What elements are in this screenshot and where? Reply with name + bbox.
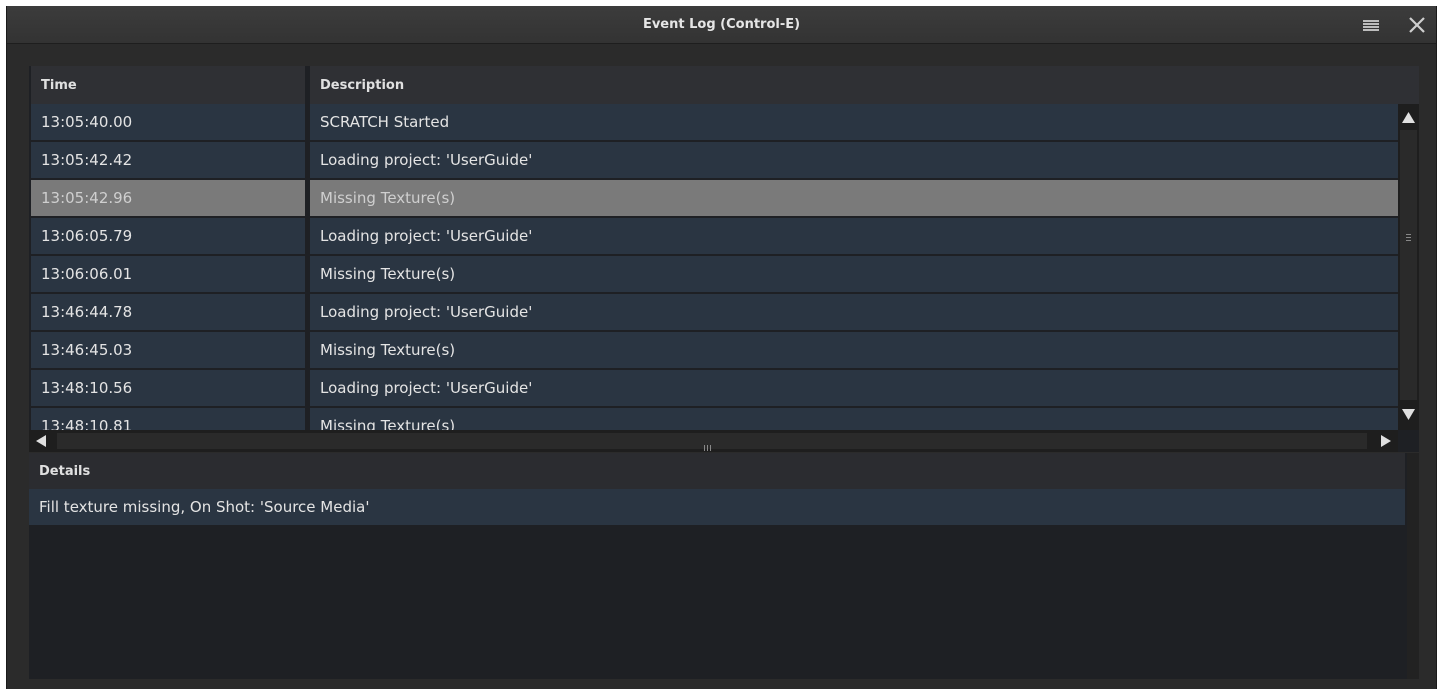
hamburger-menu-icon[interactable] — [1363, 20, 1379, 31]
table-row[interactable]: 13:48:10.56 Loading project: 'UserGuide' — [29, 370, 1398, 406]
description-cell: Loading project: 'UserGuide' — [310, 218, 1398, 254]
time-cell: 13:48:10.56 — [31, 370, 305, 406]
grip-icon — [1406, 234, 1411, 244]
vertical-scroll-thumb[interactable] — [1400, 130, 1417, 400]
table-row[interactable]: 13:05:40.00 SCRATCH Started — [29, 104, 1398, 140]
event-log-window: Event Log (Control-E) Time Description 1… — [6, 6, 1437, 689]
table-row[interactable]: 13:46:45.03 Missing Texture(s) — [29, 332, 1398, 368]
time-cell: 13:06:06.01 — [31, 256, 305, 292]
table-row[interactable]: 13:05:42.42 Loading project: 'UserGuide' — [29, 142, 1398, 178]
event-table: Time Description 13:05:40.00 SCRATCH Sta… — [29, 66, 1419, 452]
description-cell: Missing Texture(s) — [310, 180, 1398, 216]
horizontal-scroll-thumb[interactable] — [57, 433, 1367, 451]
title-bar[interactable]: Event Log (Control-E) — [7, 6, 1436, 44]
scroll-down-arrow-icon[interactable] — [1398, 404, 1419, 424]
description-cell: Missing Texture(s) — [310, 332, 1398, 368]
time-cell: 13:48:10.81 — [31, 408, 305, 430]
description-cell: SCRATCH Started — [310, 104, 1398, 140]
column-header-description[interactable]: Description — [310, 66, 1419, 104]
scroll-up-arrow-icon[interactable] — [1398, 108, 1419, 128]
table-body: 13:05:40.00 SCRATCH Started 13:05:42.42 … — [29, 104, 1398, 430]
window-title: Event Log (Control-E) — [642, 17, 801, 32]
scroll-right-arrow-icon[interactable] — [1374, 432, 1396, 450]
scroll-left-arrow-icon[interactable] — [31, 432, 53, 450]
grip-icon — [704, 438, 716, 451]
vertical-scrollbar[interactable] — [1398, 104, 1419, 430]
time-cell: 13:05:42.42 — [31, 142, 305, 178]
time-cell: 13:46:44.78 — [31, 294, 305, 330]
time-cell: 13:06:05.79 — [31, 218, 305, 254]
description-cell: Loading project: 'UserGuide' — [310, 142, 1398, 178]
details-text[interactable]: Fill texture missing, On Shot: 'Source M… — [29, 489, 1405, 525]
column-header-time[interactable]: Time — [31, 66, 305, 104]
time-cell: 13:05:40.00 — [31, 104, 305, 140]
details-scrollbar[interactable] — [1407, 453, 1419, 679]
time-cell: 13:05:42.96 — [31, 180, 305, 216]
table-row[interactable]: 13:46:44.78 Loading project: 'UserGuide' — [29, 294, 1398, 330]
horizontal-scrollbar[interactable] — [29, 430, 1398, 452]
description-cell: Missing Texture(s) — [310, 408, 1398, 430]
description-cell: Loading project: 'UserGuide' — [310, 370, 1398, 406]
time-cell: 13:46:45.03 — [31, 332, 305, 368]
table-row[interactable]: 13:48:10.81 Missing Texture(s) — [29, 408, 1398, 430]
details-panel: Details Fill texture missing, On Shot: '… — [29, 453, 1419, 679]
description-cell: Missing Texture(s) — [310, 256, 1398, 292]
table-row-selected[interactable]: 13:05:42.96 Missing Texture(s) — [29, 180, 1398, 216]
table-row[interactable]: 13:06:06.01 Missing Texture(s) — [29, 256, 1398, 292]
details-header: Details — [29, 453, 1405, 489]
description-cell: Loading project: 'UserGuide' — [310, 294, 1398, 330]
table-row[interactable]: 13:06:05.79 Loading project: 'UserGuide' — [29, 218, 1398, 254]
close-icon[interactable] — [1405, 11, 1429, 37]
